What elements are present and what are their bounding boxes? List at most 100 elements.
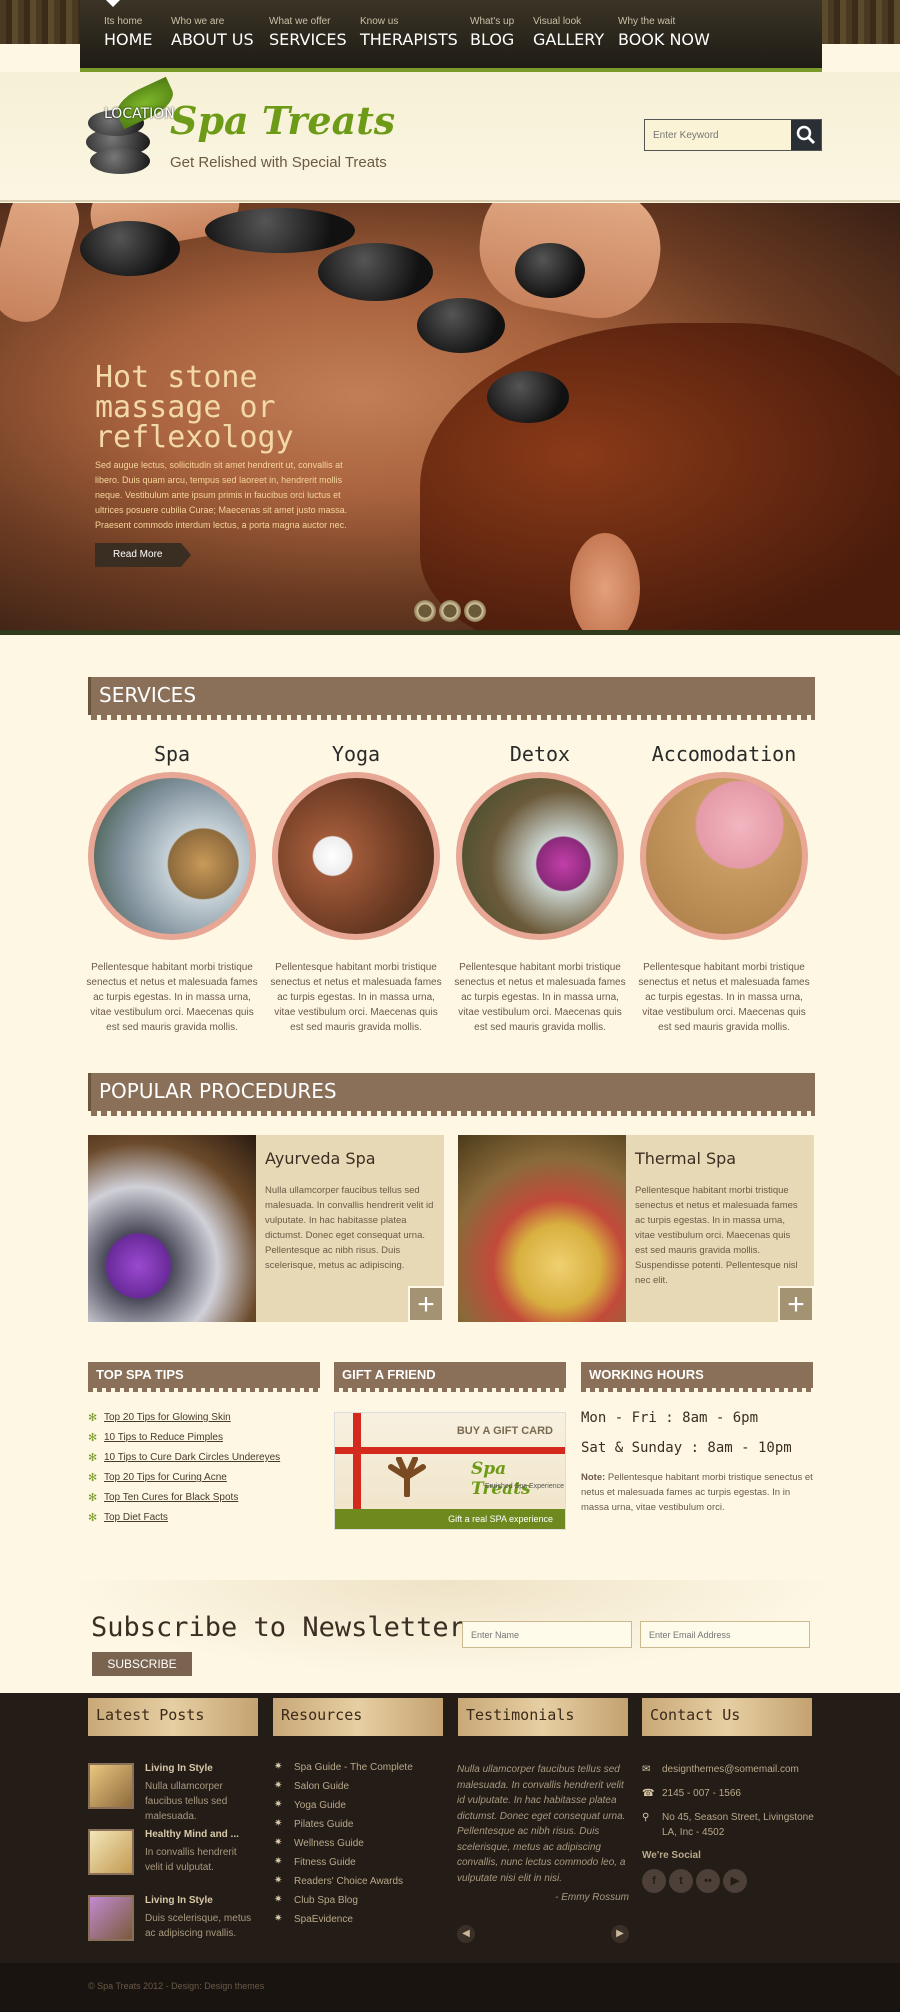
- hours-note-label: Note:: [581, 1472, 606, 1483]
- hero-stone: [318, 243, 433, 301]
- search-button[interactable]: [791, 120, 821, 150]
- service-detox[interactable]: Detox Pellentesque habitant morbi tristi…: [454, 742, 626, 1035]
- resources-list: Spa Guide - The Complete Salon Guide Yog…: [274, 1761, 413, 1933]
- nav-sub: Who we are: [171, 16, 225, 27]
- nav-about[interactable]: Who we are ABOUT US: [171, 16, 254, 49]
- main-nav: Its home HOME Who we are ABOUT US What we …: [80, 0, 822, 72]
- nav-blog[interactable]: What's up BLOG: [470, 16, 514, 49]
- testimonial: Nulla ullamcorper faucibus tellus sed ma…: [457, 1762, 629, 1906]
- location-icon: ⚲: [642, 1812, 650, 1823]
- nav-gallery[interactable]: Visual look GALLERY: [533, 16, 604, 49]
- newsletter-email-input[interactable]: [640, 1621, 810, 1648]
- youtube-icon[interactable]: ▶: [723, 1869, 747, 1893]
- procedure-title[interactable]: Thermal Spa: [635, 1149, 736, 1168]
- tip-link[interactable]: 10 Tips to Cure Dark Circles Undereyes: [88, 1451, 280, 1464]
- hero-image-hand: [0, 203, 87, 330]
- search-icon: [796, 125, 816, 145]
- newsletter-name-input[interactable]: [462, 1621, 632, 1648]
- resources-heading: Resources: [273, 1698, 443, 1736]
- procedure-image[interactable]: [458, 1135, 626, 1322]
- post-title[interactable]: Living In Style: [145, 1763, 213, 1774]
- gift-footer: Gift a real SPA experience: [335, 1509, 565, 1529]
- resource-link[interactable]: SpaEvidence: [274, 1913, 413, 1925]
- copyright-text: © Spa Treats 2012 - Design: Design theme…: [88, 1981, 265, 1991]
- active-caret-icon: [106, 0, 120, 7]
- contact-address-text: No 45, Season Street, Livingstone LA, In…: [662, 1812, 814, 1838]
- service-yoga[interactable]: Yoga Pellentesque habitant morbi tristiq…: [270, 742, 442, 1035]
- slider-dot[interactable]: [464, 600, 486, 622]
- post-text: In convallis hendrerit velit id vulputat…: [145, 1847, 237, 1873]
- facebook-icon[interactable]: f: [642, 1869, 666, 1893]
- resource-link[interactable]: Readers' Choice Awards: [274, 1875, 413, 1887]
- procedure-card[interactable]: Thermal Spa Pellentesque habitant morbi …: [458, 1135, 814, 1322]
- post-title[interactable]: Living In Style: [145, 1895, 213, 1906]
- service-image[interactable]: [88, 772, 256, 940]
- resource-link[interactable]: Yoga Guide: [274, 1799, 413, 1811]
- testimonial-text: Nulla ullamcorper faucibus tellus sed ma…: [457, 1764, 626, 1884]
- nav-sub: Its home: [104, 16, 143, 27]
- resource-link[interactable]: Salon Guide: [274, 1780, 413, 1792]
- nav-label: BLOG: [470, 30, 515, 49]
- prev-arrow-icon[interactable]: ◀: [457, 1925, 475, 1943]
- logo-title[interactable]: Spa Treats: [170, 98, 395, 143]
- newsletter-title: Subscribe to Newsletter: [91, 1612, 465, 1643]
- tip-link[interactable]: Top Diet Facts: [88, 1511, 280, 1524]
- next-arrow-icon[interactable]: ▶: [611, 1925, 629, 1943]
- post-thumbnail[interactable]: [88, 1829, 134, 1875]
- hours-weekday: Mon - Fri : 8am - 6pm: [581, 1410, 759, 1426]
- nav-services[interactable]: What we offer SERVICES: [269, 16, 347, 49]
- search-box: [644, 119, 822, 151]
- leaf-icon: [388, 1457, 426, 1497]
- hero-stone: [487, 371, 569, 423]
- nav-therapists[interactable]: Know us THERAPISTS: [360, 16, 458, 49]
- hours-heading: WORKING HOURS: [581, 1362, 813, 1392]
- latest-post[interactable]: Healthy Mind and ... In convallis hendre…: [88, 1829, 248, 1879]
- slider-dot[interactable]: [439, 600, 461, 622]
- slider-dot[interactable]: [414, 600, 436, 622]
- latest-post[interactable]: Living In Style Nulla ullamcorper faucib…: [88, 1763, 248, 1822]
- service-accomodation[interactable]: Accomodation Pellentesque habitant morbi…: [638, 742, 810, 1035]
- post-title[interactable]: Healthy Mind and ...: [145, 1829, 239, 1840]
- contact-address: ⚲ No 45, Season Street, Livingstone LA, I…: [642, 1810, 822, 1840]
- resource-link[interactable]: Pilates Guide: [274, 1818, 413, 1830]
- plus-icon[interactable]: +: [778, 1286, 814, 1322]
- nav-label: BOOK NOW: [618, 30, 710, 49]
- copyright-bar: © Spa Treats 2012 - Design: Design theme…: [0, 1963, 900, 2012]
- resource-link[interactable]: Wellness Guide: [274, 1837, 413, 1849]
- hero-text: Sed augue lectus, sollicitudin sit amet …: [95, 460, 348, 530]
- resource-link[interactable]: Fitness Guide: [274, 1856, 413, 1868]
- social-heading: We're Social: [642, 1850, 701, 1861]
- latest-post[interactable]: Living In Style Duis scelerisque, metus …: [88, 1895, 251, 1945]
- twitter-icon[interactable]: t: [669, 1869, 693, 1893]
- service-image[interactable]: [640, 772, 808, 940]
- read-more-button[interactable]: Read More: [95, 543, 191, 567]
- testimonial-author: - Emmy Rossum: [555, 1892, 629, 1903]
- tip-link[interactable]: Top 20 Tips for Curing Acne: [88, 1471, 280, 1484]
- plus-icon[interactable]: +: [408, 1286, 444, 1322]
- gift-card-banner[interactable]: BUY A GIFT CARD Spa Treats Enriched Spa …: [334, 1412, 566, 1530]
- hours-note-text: Pellentesque habitant morbi tristique se…: [581, 1472, 813, 1513]
- nav-label: SERVICES: [269, 30, 347, 49]
- nav-book-now[interactable]: Why the wait BOOK NOW: [618, 16, 710, 49]
- post-thumbnail[interactable]: [88, 1763, 134, 1809]
- post-thumbnail[interactable]: [88, 1895, 134, 1941]
- procedure-title[interactable]: Ayurveda Spa: [265, 1149, 376, 1168]
- tip-link[interactable]: Top Ten Cures for Black Spots: [88, 1491, 280, 1504]
- procedure-text: Pellentesque habitant morbi tristique se…: [635, 1185, 798, 1286]
- service-image[interactable]: [456, 772, 624, 940]
- service-image[interactable]: [272, 772, 440, 940]
- contact-email[interactable]: ✉ designthemes@somemail.com: [642, 1762, 822, 1777]
- hero-stone: [205, 208, 355, 253]
- service-spa[interactable]: Spa Pellentesque habitant morbi tristiqu…: [86, 742, 258, 1035]
- ribbon-icon: [335, 1447, 565, 1454]
- subscribe-button[interactable]: SUBSCRIBE: [92, 1652, 192, 1676]
- nav-home[interactable]: Its home HOME: [104, 16, 153, 49]
- procedure-image[interactable]: [88, 1135, 256, 1322]
- tip-link[interactable]: 10 Tips to Reduce Pimples: [88, 1431, 280, 1444]
- procedure-card[interactable]: Ayurveda Spa Nulla ullamcorper faucibus …: [88, 1135, 444, 1322]
- tip-link[interactable]: Top 20 Tips for Glowing Skin: [88, 1411, 280, 1424]
- search-input[interactable]: [645, 120, 793, 150]
- resource-link[interactable]: Spa Guide - The Complete: [274, 1761, 413, 1773]
- flickr-icon[interactable]: ••: [696, 1869, 720, 1893]
- resource-link[interactable]: Club Spa Blog: [274, 1894, 413, 1906]
